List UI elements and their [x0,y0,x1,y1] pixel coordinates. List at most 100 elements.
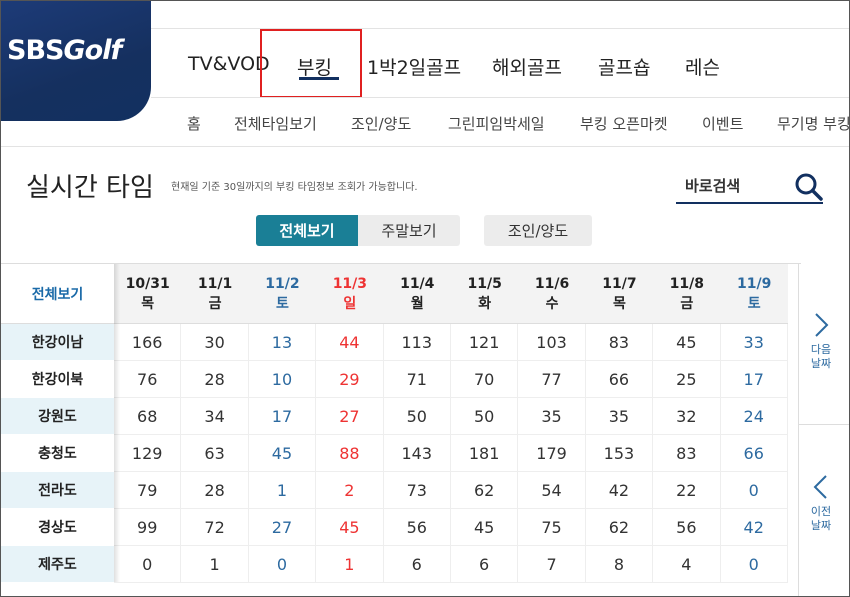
date-header-cell: 10/31 목 [114,264,182,324]
tab-join-transfer[interactable]: 조인/양도 [484,215,592,246]
tee-time-count-cell[interactable]: 181 [450,435,519,472]
tee-time-count-cell[interactable]: 45 [653,324,721,361]
tee-time-count-cell[interactable]: 28 [181,361,249,398]
tee-time-count-cell[interactable]: 6 [450,546,519,583]
sub-nav-bottom-divider [1,146,849,147]
sub-nav-anonymous-booking[interactable]: 무기명 부킹 [777,113,849,134]
tee-time-count-cell[interactable]: 70 [450,361,519,398]
tee-time-count-cell[interactable]: 121 [450,324,519,361]
tee-time-count-cell[interactable]: 2 [316,472,384,509]
main-nav-overseas-golf[interactable]: 해외골프 [492,53,562,80]
table-row: 68 34 17 27 50 50 35 35 32 24 [114,398,798,435]
weekday-label: 화 [478,295,492,312]
tee-time-count-cell[interactable]: 24 [720,398,788,435]
tee-time-count-cell[interactable]: 79 [114,472,182,509]
sub-nav-greenfee-sale[interactable]: 그린피임박세일 [448,113,545,134]
tee-time-count-cell[interactable]: 63 [181,435,249,472]
tee-time-count-cell[interactable]: 27 [316,398,384,435]
sub-nav-booking-openmarket[interactable]: 부킹 오픈마켓 [580,113,668,134]
tee-time-count-cell[interactable]: 113 [383,324,451,361]
tee-time-count-cell[interactable]: 0 [248,546,317,583]
sub-nav-join-transfer[interactable]: 조인/양도 [351,113,411,134]
tee-time-count-cell[interactable]: 0 [720,546,788,583]
tee-time-count-cell[interactable]: 68 [114,398,182,435]
tee-time-count-cell[interactable]: 66 [720,435,788,472]
tee-time-count-cell[interactable]: 42 [585,472,654,509]
tee-time-count-cell[interactable]: 1 [316,546,384,583]
tee-time-count-cell[interactable]: 153 [585,435,654,472]
tee-time-count-cell[interactable]: 45 [248,435,317,472]
date-label: 10/31 [125,275,170,292]
tee-time-count-cell[interactable]: 62 [450,472,519,509]
tee-time-count-cell[interactable]: 32 [653,398,721,435]
quick-search-label[interactable]: 바로검색 [685,175,740,196]
tee-time-count-cell[interactable]: 75 [518,509,586,546]
page-description: 현재일 기준 30일까지의 부킹 타임정보 조회가 가능합니다. [171,182,418,193]
main-nav-golf-shop[interactable]: 골프숍 [598,53,650,80]
tee-time-count-cell[interactable]: 72 [181,509,249,546]
tee-time-count-cell[interactable]: 71 [383,361,451,398]
tee-time-count-cell[interactable]: 22 [653,472,721,509]
main-nav-tv-vod[interactable]: TV&VOD [188,53,270,75]
prev-dates-button[interactable]: 이전 날짜 [801,473,841,533]
tee-time-count-cell[interactable]: 6 [383,546,451,583]
search-icon[interactable] [794,172,824,202]
tee-time-count-cell[interactable]: 45 [316,509,384,546]
tee-time-count-cell[interactable]: 166 [114,324,182,361]
tee-time-count-cell[interactable]: 25 [653,361,721,398]
tee-time-count-cell[interactable]: 27 [248,509,317,546]
tee-time-count-cell[interactable]: 56 [383,509,451,546]
tee-time-count-cell[interactable]: 13 [248,324,317,361]
main-nav-1night-2days[interactable]: 1박2일골프 [367,53,461,80]
tee-time-count-cell[interactable]: 0 [720,472,788,509]
tee-time-count-cell[interactable]: 103 [518,324,586,361]
tee-time-count-cell[interactable]: 1 [248,472,317,509]
tee-time-count-cell[interactable]: 45 [450,509,519,546]
tee-time-count-cell[interactable]: 143 [383,435,451,472]
region-header-view-all[interactable]: 전체보기 [1,264,114,324]
tee-time-count-cell[interactable]: 30 [181,324,249,361]
tee-time-count-cell[interactable]: 10 [248,361,317,398]
main-nav-lesson[interactable]: 레슨 [685,53,720,80]
tee-time-count-cell[interactable]: 17 [248,398,317,435]
tee-time-count-cell[interactable]: 34 [181,398,249,435]
tee-time-count-cell[interactable]: 35 [518,398,586,435]
tee-time-count-cell[interactable]: 42 [720,509,788,546]
tee-time-count-cell[interactable]: 83 [653,435,721,472]
tee-time-count-cell[interactable]: 1 [181,546,249,583]
tee-time-count-cell[interactable]: 50 [383,398,451,435]
tee-time-count-cell[interactable]: 50 [450,398,519,435]
tee-time-count-cell[interactable]: 33 [720,324,788,361]
next-dates-button[interactable]: 다음 날짜 [801,311,841,371]
weekday-label: 일 [343,295,357,312]
region-column-shadow [114,264,120,582]
tee-time-count-cell[interactable]: 8 [585,546,654,583]
tee-time-count-cell[interactable]: 56 [653,509,721,546]
tee-time-count-cell[interactable]: 129 [114,435,182,472]
sub-nav-home[interactable]: 홈 [187,113,201,134]
tee-time-count-cell[interactable]: 179 [518,435,586,472]
tee-time-count-cell[interactable]: 62 [585,509,654,546]
tab-view-all[interactable]: 전체보기 [256,215,358,246]
tee-time-count-cell[interactable]: 4 [653,546,721,583]
tee-time-count-cell[interactable]: 29 [316,361,384,398]
tee-time-count-cell[interactable]: 77 [518,361,586,398]
tee-time-count-cell[interactable]: 44 [316,324,384,361]
tee-time-count-cell[interactable]: 88 [316,435,384,472]
tee-time-count-cell[interactable]: 76 [114,361,182,398]
tee-time-count-cell[interactable]: 0 [114,546,182,583]
tab-view-weekend[interactable]: 주말보기 [358,215,460,246]
tee-time-count-cell[interactable]: 73 [383,472,451,509]
tee-time-count-cell[interactable]: 66 [585,361,654,398]
tee-time-count-cell[interactable]: 7 [518,546,586,583]
tee-time-count-cell[interactable]: 35 [585,398,654,435]
tee-time-count-cell[interactable]: 28 [181,472,249,509]
tee-time-count-cell[interactable]: 83 [585,324,654,361]
tee-time-count-cell[interactable]: 99 [114,509,182,546]
logo-sbs: SBS [7,35,64,66]
sbs-golf-logo[interactable]: SBSGolf [1,1,151,121]
tee-time-count-cell[interactable]: 17 [720,361,788,398]
sub-nav-all-times[interactable]: 전체타임보기 [234,113,317,134]
sub-nav-event[interactable]: 이벤트 [702,113,743,134]
tee-time-count-cell[interactable]: 54 [518,472,586,509]
